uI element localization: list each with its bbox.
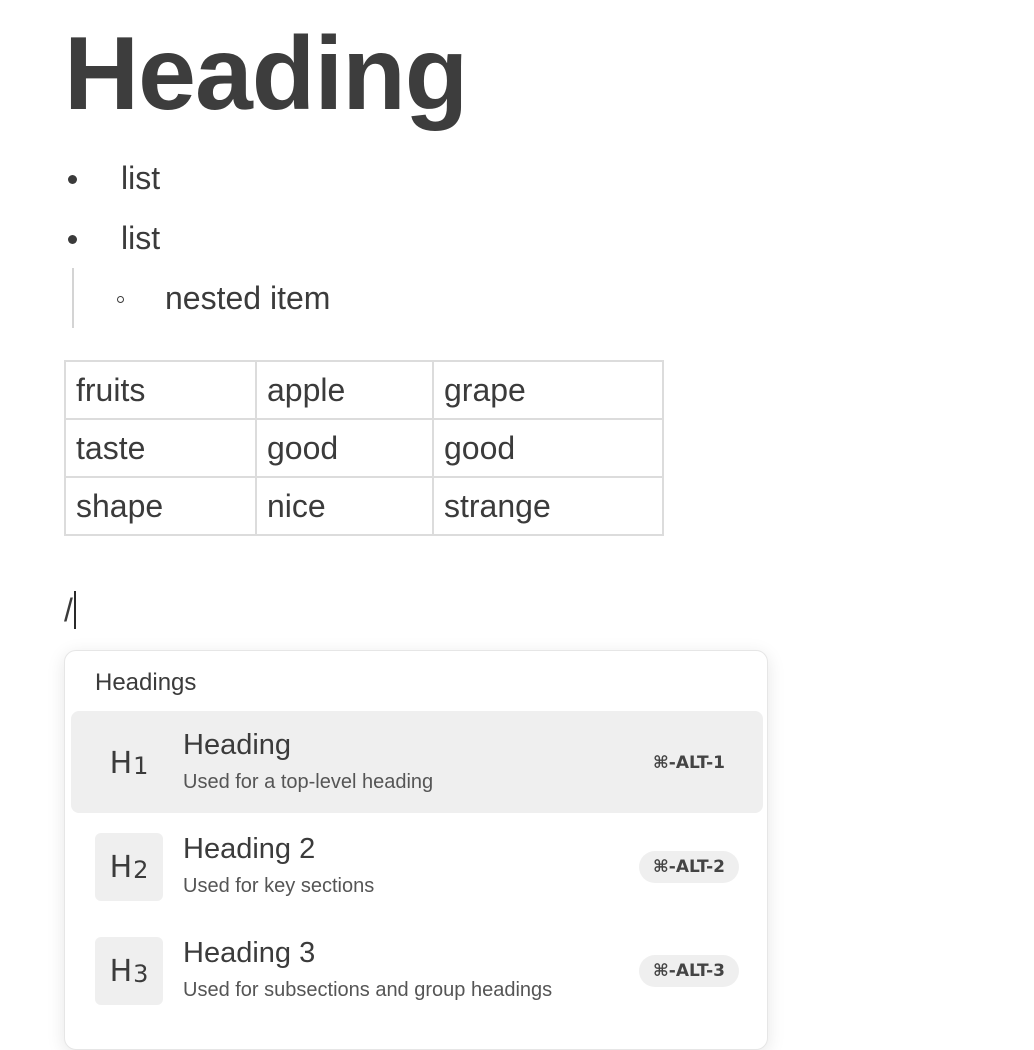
document-heading[interactable]: Heading bbox=[64, 14, 468, 134]
nested-list-item-text: nested item bbox=[165, 280, 331, 316]
menu-item-heading-3[interactable]: H3 Heading 3 Used for subsections and gr… bbox=[71, 919, 763, 1021]
heading-1-icon: H1 bbox=[109, 745, 149, 781]
table-row: shape nice strange bbox=[64, 476, 664, 536]
table-cell[interactable]: good bbox=[432, 418, 664, 478]
menu-item-description: Used for a top-level heading bbox=[183, 771, 434, 793]
menu-item-heading-2[interactable]: H2 Heading 2 Used for key sections ⌘-ALT… bbox=[71, 815, 763, 917]
bullet-icon bbox=[68, 235, 77, 244]
editor[interactable]: Heading list list nested item fruits app… bbox=[0, 0, 1034, 1050]
table-cell[interactable]: fruits bbox=[64, 360, 257, 420]
hollow-bullet-icon bbox=[117, 296, 124, 303]
menu-item-heading-1[interactable]: H1 Heading Used for a top-level heading … bbox=[71, 711, 763, 813]
table-cell[interactable]: nice bbox=[255, 476, 434, 536]
bullet-icon bbox=[68, 175, 77, 184]
menu-item-description: Used for subsections and group headings bbox=[183, 979, 553, 1001]
shortcut-badge: ⌘-ALT-3 bbox=[639, 955, 739, 987]
table-cell[interactable]: grape bbox=[432, 360, 664, 420]
table-row: fruits apple grape bbox=[64, 360, 664, 420]
shortcut-badge: ⌘-ALT-2 bbox=[639, 851, 739, 883]
table-cell[interactable]: shape bbox=[64, 476, 257, 536]
table-cell[interactable]: taste bbox=[64, 418, 257, 478]
table-cell[interactable]: good bbox=[255, 418, 434, 478]
menu-section-title: Headings bbox=[95, 669, 197, 696]
table-row: taste good good bbox=[64, 418, 664, 478]
menu-item-description: Used for key sections bbox=[183, 875, 375, 897]
slash-command-input[interactable]: / bbox=[64, 588, 76, 632]
text-caret bbox=[73, 591, 76, 629]
heading-3-icon: H3 bbox=[95, 937, 163, 1005]
table-cell[interactable]: strange bbox=[432, 476, 664, 536]
slash-command-menu: Headings H1 Heading Used for a top-level… bbox=[64, 650, 768, 1050]
slash-text: / bbox=[64, 592, 73, 628]
data-table: fruits apple grape taste good good shape… bbox=[64, 360, 664, 536]
nested-list[interactable]: nested item bbox=[72, 268, 474, 328]
menu-item-title: Heading 2 bbox=[183, 833, 316, 865]
menu-item-title: Heading bbox=[183, 729, 292, 761]
table-cell[interactable]: apple bbox=[255, 360, 434, 420]
list-item-text: list bbox=[121, 160, 161, 196]
list-item-text: list bbox=[121, 220, 161, 256]
shortcut-badge: ⌘-ALT-1 bbox=[653, 753, 725, 773]
heading-2-icon: H2 bbox=[95, 833, 163, 901]
menu-item-title: Heading 3 bbox=[183, 937, 316, 969]
